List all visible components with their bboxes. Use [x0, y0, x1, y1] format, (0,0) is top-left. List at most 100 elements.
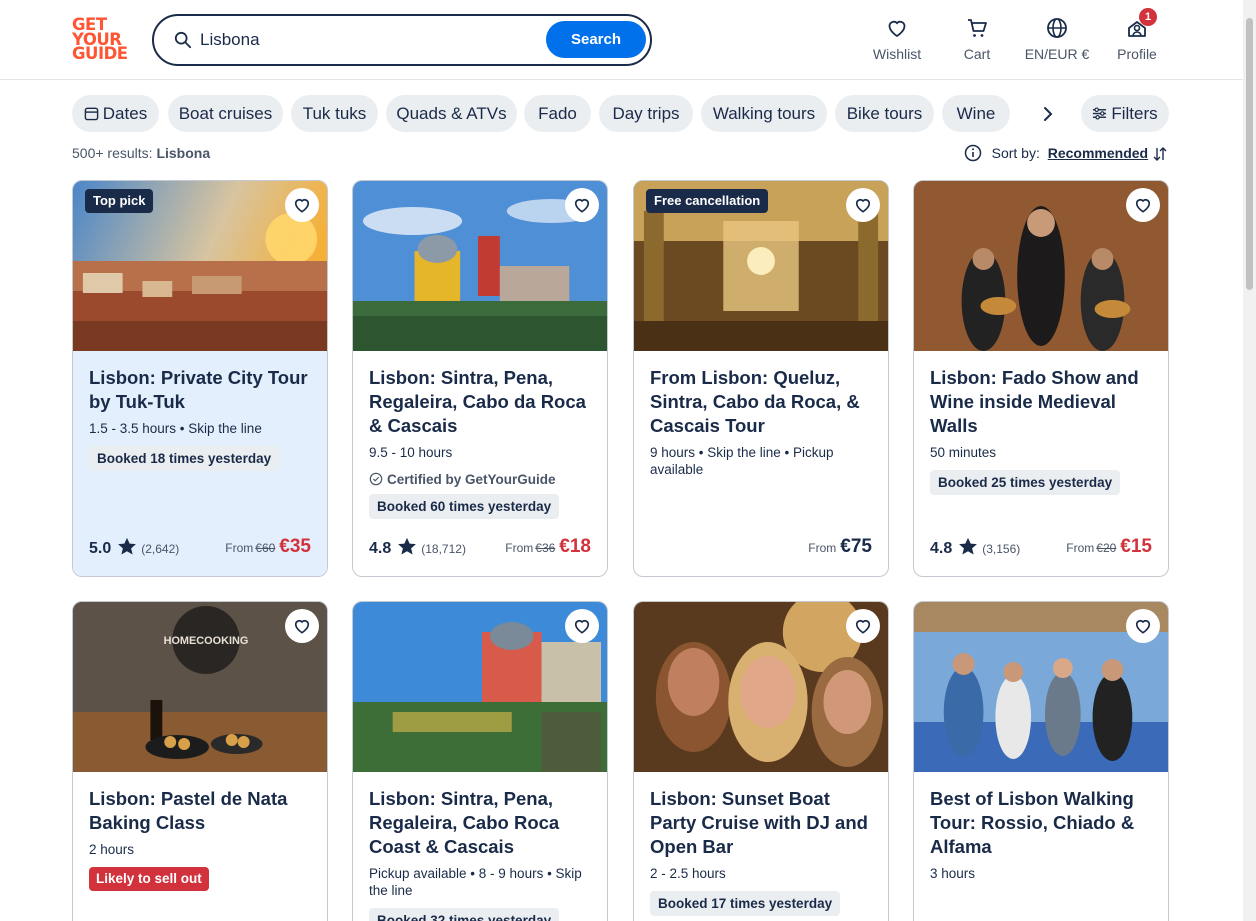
card-body: Lisbon: Sunset Boat Party Cruise with DJ… [634, 772, 888, 921]
likely-to-sell-out-badge: Likely to sell out [89, 867, 209, 891]
homecooking-sign-text: HOMECOOKING [164, 635, 249, 647]
rating-value: 4.8 [369, 540, 392, 557]
heart-icon [574, 198, 590, 213]
sort-value[interactable]: Recommended [1048, 145, 1148, 161]
activity-title[interactable]: Lisbon: Sunset Boat Party Cruise with DJ… [650, 787, 872, 859]
wishlist-link[interactable]: Wishlist [857, 16, 937, 62]
add-to-wishlist-button[interactable] [285, 609, 319, 643]
current-price: €75 [840, 536, 872, 557]
activity-card[interactable]: Best of Lisbon Walking Tour: Rossio, Chi… [913, 601, 1169, 921]
add-to-wishlist-button[interactable] [1126, 188, 1160, 222]
price-from-label: From [1066, 541, 1095, 555]
chip-tuk-tuks[interactable]: Tuk tuks [291, 95, 378, 132]
card-body: Lisbon: Fado Show and Wine inside Mediev… [914, 351, 1168, 576]
info-icon[interactable] [964, 144, 982, 162]
activity-meta: 9.5 - 10 hours [369, 445, 453, 460]
add-to-wishlist-button[interactable] [285, 188, 319, 222]
activity-card[interactable]: Lisbon: Sintra, Pena, Regaleira, Cabo da… [352, 180, 608, 577]
card-body: Lisbon: Private City Tour by Tuk-Tuk 1.5… [73, 351, 327, 576]
current-price: €18 [559, 536, 591, 557]
profile-icon [1097, 16, 1177, 42]
sort-control[interactable]: Sort by: Recommended [964, 144, 1168, 162]
activity-title[interactable]: Lisbon: Sintra, Pena, Regaleira, Cabo da… [369, 366, 591, 438]
heart-icon [294, 198, 310, 213]
add-to-wishlist-button[interactable] [1126, 609, 1160, 643]
price-from-label: From [225, 541, 254, 555]
sliders-icon [1093, 107, 1107, 120]
price-from-label: From [505, 541, 534, 555]
search-button[interactable]: Search [546, 21, 646, 58]
page-scrollbar[interactable] [1243, 0, 1256, 921]
getyourguide-logo[interactable]: GET YOUR GUIDE [72, 17, 132, 64]
activity-meta: 2 hours [89, 842, 135, 857]
activity-card[interactable]: Lisbon: Sunset Boat Party Cruise with DJ… [633, 601, 889, 921]
price: From €36 €18 [505, 536, 591, 558]
activity-title[interactable]: Lisbon: Private City Tour by Tuk-Tuk [89, 366, 311, 414]
chip-label: Quads & ATVs [396, 104, 507, 123]
chevron-right-icon[interactable] [1036, 100, 1060, 128]
rating-value: 5.0 [89, 540, 112, 557]
current-price: €35 [279, 536, 311, 557]
profile-link[interactable]: 1 Profile [1097, 8, 1177, 62]
activity-meta: 2 - 2.5 hours [650, 866, 726, 881]
activity-meta: 3 hours [930, 866, 976, 881]
card-footer: 4.8 (3,156) From €20 €15 [930, 534, 1152, 558]
card-footer: From €75 [650, 534, 872, 558]
chip-label: Day trips [612, 104, 680, 123]
activity-card[interactable]: Lisbon: Fado Show and Wine inside Mediev… [913, 180, 1169, 577]
activity-meta: 50 minutes [930, 445, 997, 460]
activity-title[interactable]: Lisbon: Sintra, Pena, Regaleira, Cabo Ro… [369, 787, 591, 859]
review-count: (18,712) [421, 542, 466, 556]
add-to-wishlist-button[interactable] [565, 188, 599, 222]
heart-icon [574, 619, 590, 634]
chip-fado[interactable]: Fado [524, 95, 591, 132]
heart-icon [855, 619, 871, 634]
chip-bike-tours[interactable]: Bike tours [835, 95, 934, 132]
chip-label: Dates [102, 104, 148, 123]
activity-card[interactable]: HOMECOOKING Lisbon: Pastel de Nata Bakin… [72, 601, 328, 921]
activity-title[interactable]: From Lisbon: Queluz, Sintra, Cabo da Roc… [650, 366, 872, 438]
heart-icon [294, 619, 310, 634]
chip-dates[interactable]: Dates [72, 95, 159, 132]
booked-badge: Booked 25 times yesterday [930, 470, 1121, 495]
chip-boat-cruises[interactable]: Boat cruises [168, 95, 283, 132]
results-count: 500+ results: Lisbona [72, 145, 210, 161]
card-body: Best of Lisbon Walking Tour: Rossio, Chi… [914, 772, 1168, 921]
chip-walking-tours[interactable]: Walking tours [701, 95, 827, 132]
search-input[interactable] [200, 26, 540, 54]
add-to-wishlist-button[interactable] [846, 609, 880, 643]
filters-button[interactable]: Filters [1081, 95, 1169, 132]
original-price: €20 [1096, 541, 1117, 555]
chip-quads-atvs[interactable]: Quads & ATVs [386, 95, 517, 132]
activity-title[interactable]: Lisbon: Pastel de Nata Baking Class [89, 787, 311, 835]
original-price: €36 [535, 541, 556, 555]
activity-title[interactable]: Best of Lisbon Walking Tour: Rossio, Chi… [930, 787, 1152, 859]
cart-icon [937, 16, 1017, 42]
activity-card[interactable]: Free cancellation From Lisbon: Queluz, S… [633, 180, 889, 577]
cart-link[interactable]: Cart [937, 16, 1017, 62]
review-count: (2,642) [141, 542, 180, 556]
card-body: Lisbon: Sintra, Pena, Regaleira, Cabo da… [353, 351, 607, 576]
chip-label: Bike tours [846, 104, 923, 123]
chip-label: Wine [956, 104, 996, 123]
profile-notification-badge: 1 [1139, 8, 1157, 26]
chip-day-trips[interactable]: Day trips [599, 95, 693, 132]
certified-label: Certified by GetYourGuide [369, 472, 591, 487]
card-body: Lisbon: Sintra, Pena, Regaleira, Cabo Ro… [353, 772, 607, 921]
profile-label: Profile [1117, 46, 1157, 62]
add-to-wishlist-button[interactable] [565, 609, 599, 643]
chip-wine[interactable]: Wine [942, 95, 1010, 132]
activity-card[interactable]: Lisbon: Sintra, Pena, Regaleira, Cabo Ro… [352, 601, 608, 921]
star-icon [398, 537, 417, 555]
activity-meta: 9 hours • Skip the line • Pickup availab… [650, 445, 834, 477]
booked-badge: Booked 60 times yesterday [369, 494, 560, 519]
activity-card[interactable]: Top pick Lisbon: Private City Tour by Tu… [72, 180, 328, 577]
top-pick-badge: Top pick [85, 189, 154, 213]
booked-badge: Booked 32 times yesterday [369, 908, 560, 921]
language-currency-link[interactable]: EN/EUR € [1017, 16, 1097, 62]
scrollbar-thumb[interactable] [1246, 18, 1253, 290]
activity-title[interactable]: Lisbon: Fado Show and Wine inside Mediev… [930, 366, 1152, 438]
price: From €60 €35 [225, 536, 311, 558]
add-to-wishlist-button[interactable] [846, 188, 880, 222]
heart-icon [855, 198, 871, 213]
